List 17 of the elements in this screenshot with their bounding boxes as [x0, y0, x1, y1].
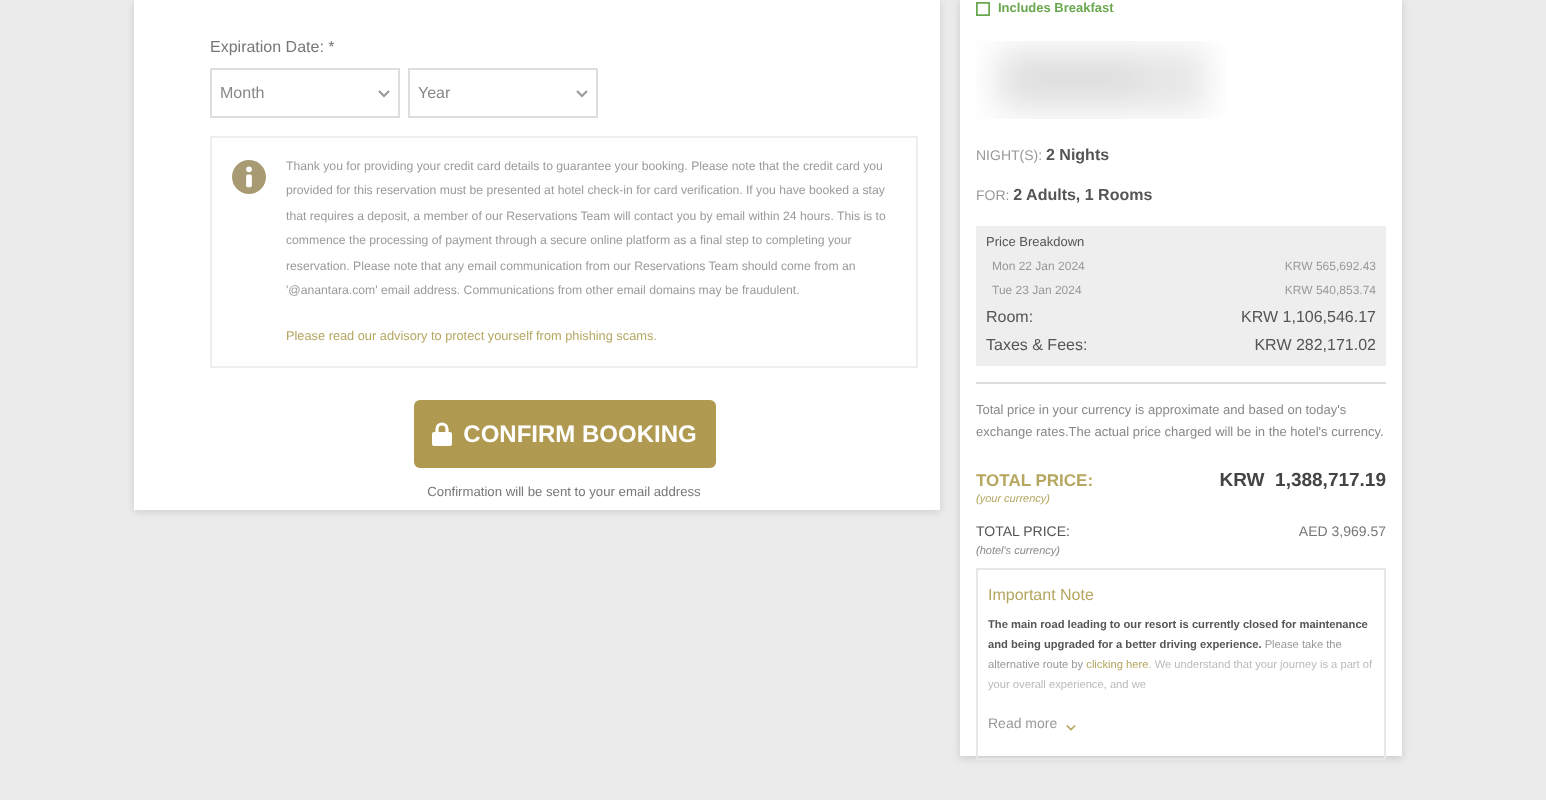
total-amount: KRW 1,388,717.19: [1219, 467, 1386, 495]
lock-icon: [431, 422, 452, 447]
check-box-icon: [976, 2, 990, 17]
chevron-icon: [378, 89, 390, 97]
total-label: TOTAL PRICE:: [976, 467, 1094, 493]
note-title: Important Note: [988, 584, 1096, 609]
price-amount: KRW 1,106,546.17: [1241, 305, 1376, 329]
chevron-icon: [576, 89, 588, 97]
confirm-booking-button[interactable]: CONFIRM BOOKING: [413, 400, 715, 469]
chevron-icon: [1065, 723, 1076, 731]
select-field[interactable]: Year: [408, 68, 598, 118]
info-icon: [232, 160, 266, 194]
price-label: Room:: [986, 305, 1034, 329]
field-label: Expiration Date: *: [210, 36, 337, 60]
select-field[interactable]: Month: [210, 68, 400, 118]
price-label: Taxes & Fees:: [986, 333, 1088, 357]
price-amount: KRW 282,171.02: [1254, 333, 1376, 357]
